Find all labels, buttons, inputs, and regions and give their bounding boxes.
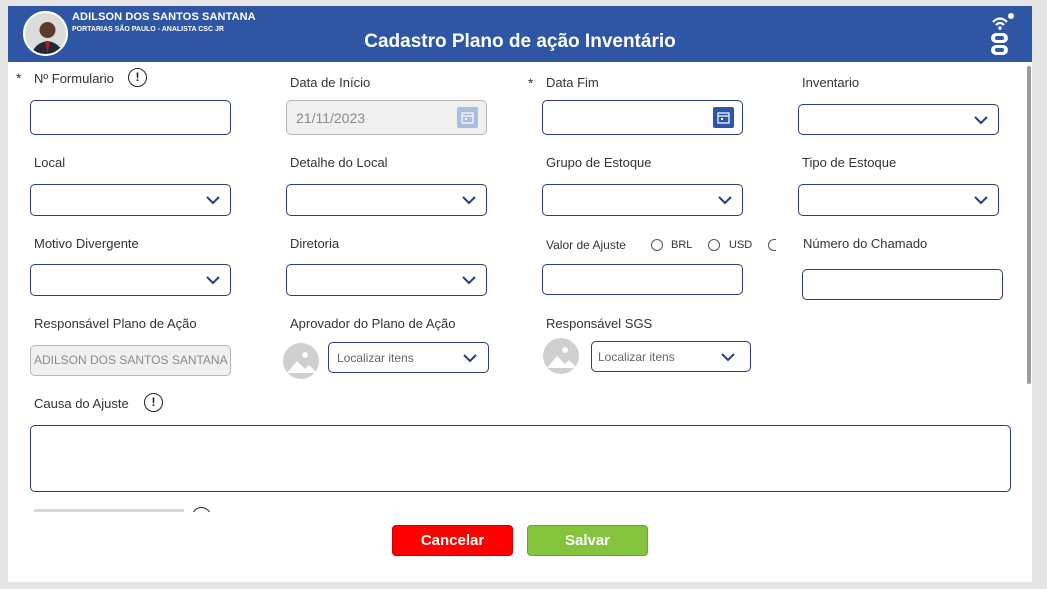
- inventario-dropdown[interactable]: [798, 104, 999, 135]
- aprovador-plano-placeholder: Localizar itens: [337, 351, 414, 365]
- aprovador-plano-combobox[interactable]: Localizar itens: [328, 342, 489, 373]
- responsavel-sgs-combobox[interactable]: Localizar itens: [591, 341, 751, 372]
- grupo-estoque-label: Grupo de Estoque: [546, 155, 652, 170]
- required-mark: *: [528, 75, 534, 91]
- causa-ajuste-textarea[interactable]: [30, 425, 1011, 492]
- numero-formulario-label: Nº Formulario: [34, 71, 114, 86]
- inventario-label: Inventario: [802, 75, 860, 90]
- required-mark: *: [16, 70, 22, 86]
- calendar-icon[interactable]: [713, 107, 734, 128]
- diretoria-dropdown[interactable]: [286, 264, 487, 296]
- user-name: ADILSON DOS SANTOS SANTANA: [72, 11, 256, 23]
- responsavel-sgs-placeholder: Localizar itens: [598, 350, 675, 364]
- header-bar: ADILSON DOS SANTOS SANTANA PORTARIAS SÃO…: [8, 6, 1032, 62]
- valor-ajuste-input[interactable]: [542, 264, 743, 295]
- info-icon[interactable]: !: [128, 68, 147, 87]
- tipo-estoque-dropdown[interactable]: [798, 184, 999, 216]
- numero-formulario-input[interactable]: [30, 100, 231, 135]
- data-fim-label: Data Fim: [546, 75, 599, 90]
- grupo-estoque-dropdown[interactable]: [542, 184, 743, 216]
- local-dropdown[interactable]: [30, 184, 231, 216]
- form-content: * Nº Formulario ! Data de Início 21/11/2…: [8, 62, 1024, 512]
- data-inicio-label: Data de Início: [290, 75, 371, 90]
- chevron-down-icon: [462, 196, 476, 205]
- chevron-down-icon: [206, 276, 220, 285]
- responsavel-sgs-label: Responsável SGS: [546, 316, 653, 331]
- currency-radio-partial[interactable]: [768, 239, 776, 251]
- app-frame: ADILSON DOS SANTOS SANTANA PORTARIAS SÃO…: [8, 6, 1032, 582]
- causa-ajuste-label: Causa do Ajuste: [34, 396, 129, 411]
- chevron-down-icon: [718, 196, 732, 205]
- currency-label-usd: USD: [729, 239, 753, 251]
- data-inicio-value: 21/11/2023: [296, 110, 366, 126]
- diretoria-label: Diretoria: [290, 236, 340, 251]
- responsavel-plano-label: Responsável Plano de Ação: [34, 316, 197, 331]
- chevron-down-icon: [721, 353, 735, 362]
- info-icon[interactable]: !: [144, 393, 163, 412]
- chevron-down-icon: [974, 116, 988, 125]
- chevron-down-icon: [463, 354, 477, 363]
- page-title: Cadastro Plano de ação Inventário: [364, 31, 676, 52]
- wifi-logo-icon: [985, 12, 1015, 56]
- calendar-icon[interactable]: [457, 107, 478, 128]
- chevron-down-icon: [206, 196, 220, 205]
- detalhe-local-label: Detalhe do Local: [290, 155, 388, 170]
- valor-ajuste-label: Valor de Ajuste: [546, 238, 626, 252]
- aprovador-plano-label: Aprovador do Plano de Ação: [290, 316, 456, 331]
- currency-radio-usd[interactable]: [708, 239, 720, 251]
- responsavel-plano-input: ADILSON DOS SANTOS SANTANA: [30, 345, 231, 376]
- numero-chamado-input[interactable]: [802, 269, 1003, 300]
- chevron-down-icon: [974, 196, 988, 205]
- clipped-label: [34, 509, 184, 512]
- motivo-divergente-label: Motivo Divergente: [34, 236, 139, 251]
- currency-label-brl: BRL: [671, 239, 693, 251]
- cancel-button[interactable]: Cancelar: [392, 525, 513, 556]
- data-fim-input[interactable]: [542, 100, 743, 135]
- info-icon[interactable]: [192, 507, 211, 512]
- detalhe-local-dropdown[interactable]: [286, 184, 487, 216]
- data-inicio-input[interactable]: 21/11/2023: [286, 100, 487, 135]
- responsavel-plano-value: ADILSON DOS SANTOS SANTANA: [34, 353, 228, 367]
- chevron-down-icon: [462, 276, 476, 285]
- scrollbar[interactable]: [1027, 66, 1031, 384]
- save-button[interactable]: Salvar: [527, 525, 648, 556]
- tipo-estoque-label: Tipo de Estoque: [802, 155, 897, 170]
- numero-chamado-label: Número do Chamado: [803, 236, 928, 251]
- motivo-divergente-dropdown[interactable]: [30, 264, 231, 296]
- person-placeholder-icon: [283, 343, 319, 379]
- local-label: Local: [34, 155, 66, 170]
- currency-radio-brl[interactable]: [651, 239, 663, 251]
- person-placeholder-icon: [543, 338, 579, 374]
